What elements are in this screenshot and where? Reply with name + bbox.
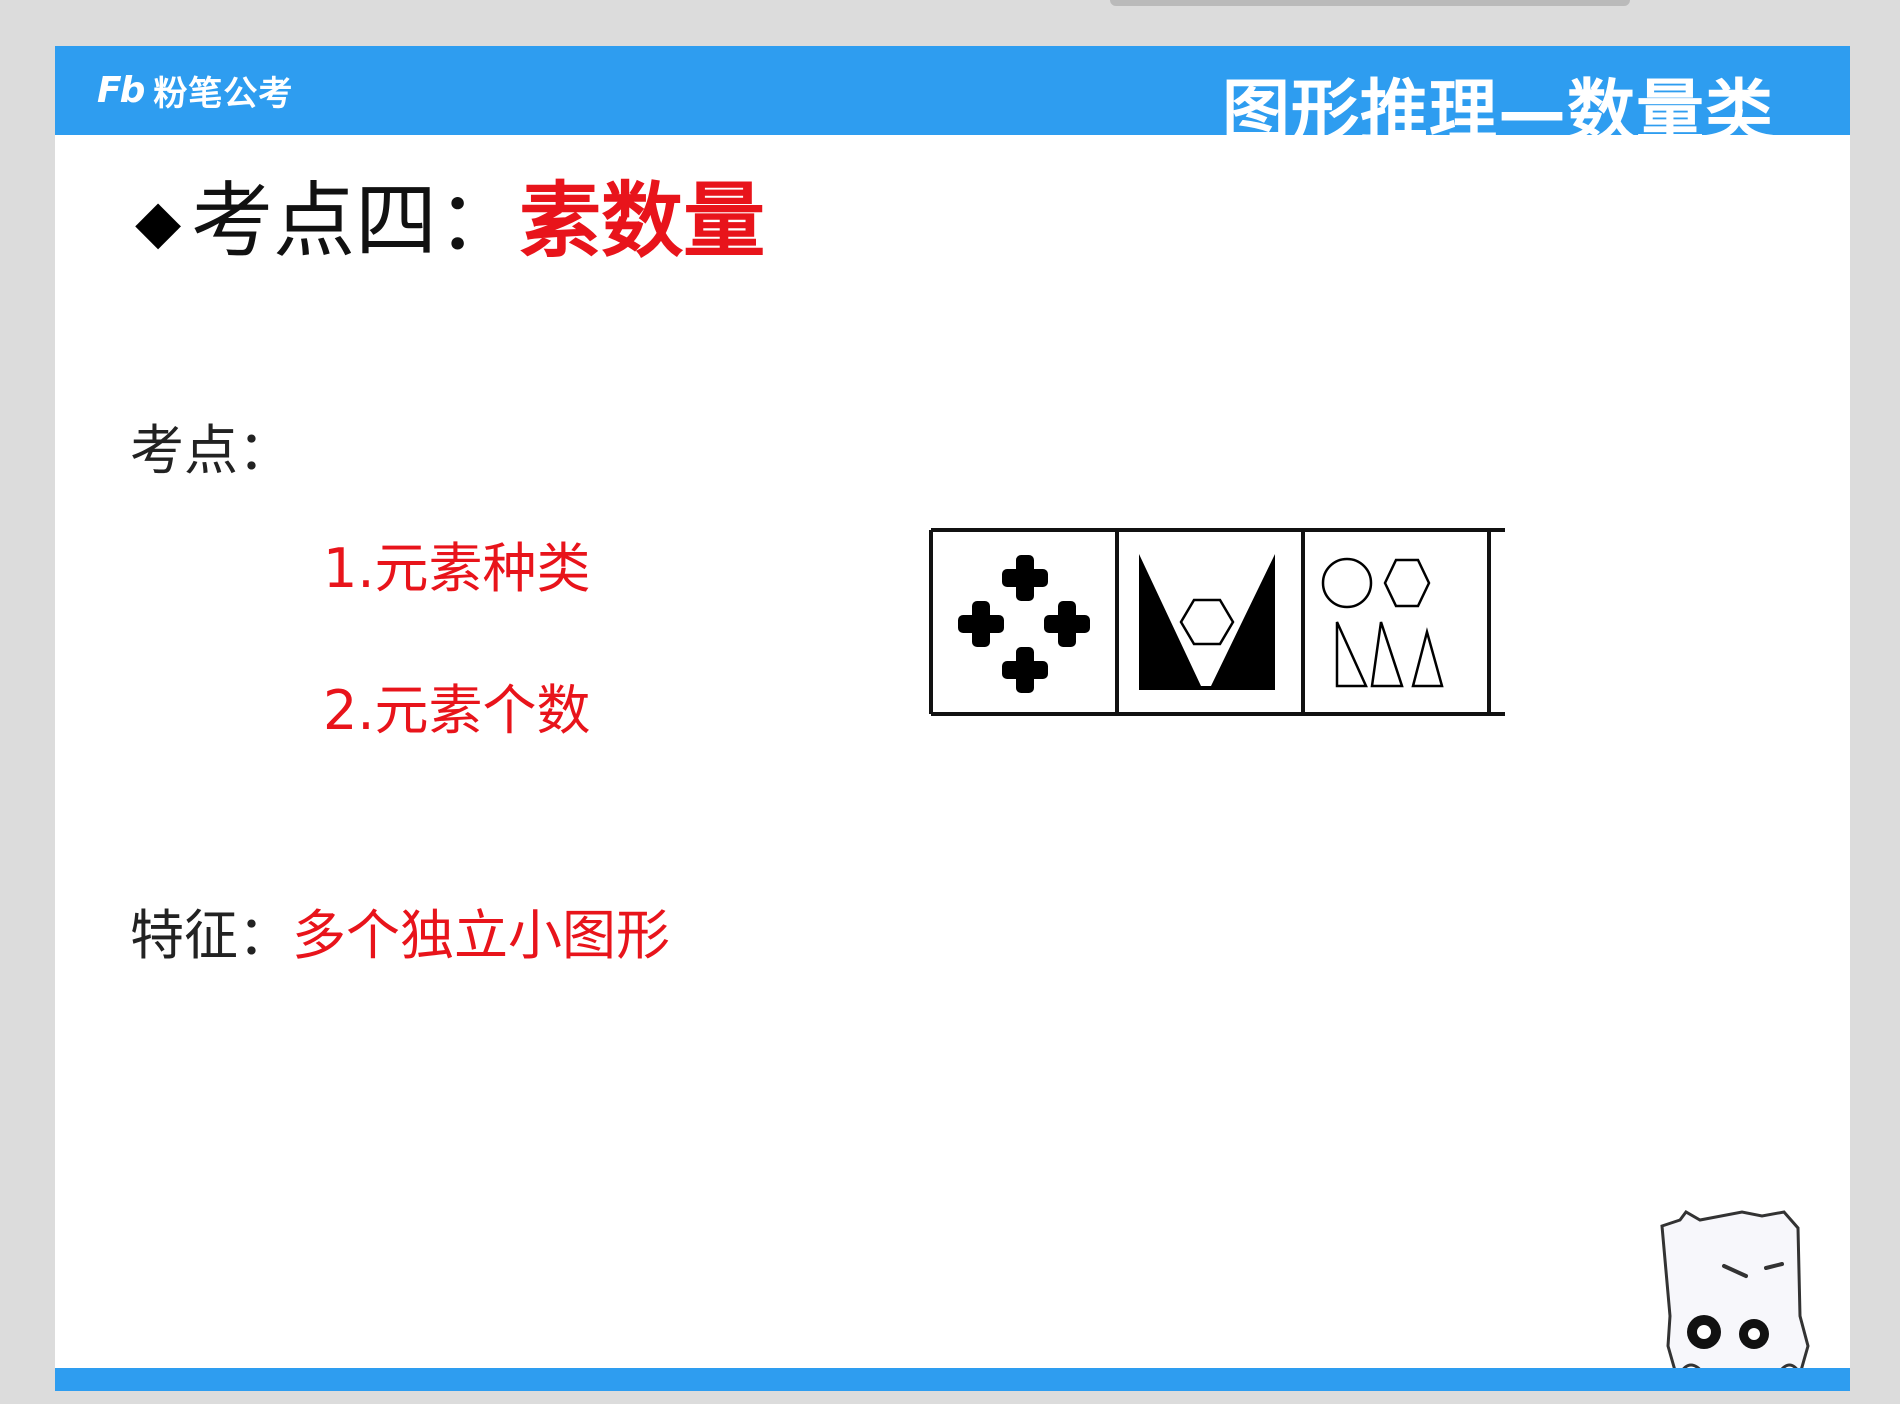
logo-mark: Fb <box>97 69 145 111</box>
v-shape-hexagon-icon <box>1139 554 1275 690</box>
feature-label: 特征： <box>130 904 292 967</box>
circle-hexagon-triangles-icon <box>1321 557 1444 688</box>
point-item-2: 2.元素个数 <box>323 679 591 742</box>
slide-heading: ◆ 考点四： 素数量 <box>135 181 765 263</box>
slide: Fb 粉笔公考 图形推理—数量类 ◆ 考点四： 素数量 考点： 1.元素种类 2… <box>55 46 1850 1391</box>
heading-accent: 素数量 <box>519 174 766 269</box>
four-crosses-icon <box>958 555 1090 693</box>
example-figure <box>929 528 1505 724</box>
point-item-1: 1.元素种类 <box>323 537 591 600</box>
diamond-bullet-icon: ◆ <box>135 187 182 257</box>
header-title: 图形推理—数量类 <box>1221 73 1774 152</box>
logo-text: 粉笔公考 <box>153 73 294 114</box>
header-bar: Fb 粉笔公考 图形推理—数量类 <box>55 46 1850 152</box>
mascot-icon <box>1650 1206 1820 1390</box>
feature-line: 特征：多个独立小图形 <box>130 891 670 970</box>
footer-bar <box>55 1368 1850 1391</box>
brand-logo: Fb 粉笔公考 <box>97 68 294 114</box>
figure-svg <box>929 528 1505 716</box>
heading-label: 考点四： <box>191 174 520 269</box>
window-shadow <box>1110 0 1630 6</box>
feature-value: 多个独立小图形 <box>292 904 670 967</box>
points-label: 考点： <box>130 419 292 482</box>
